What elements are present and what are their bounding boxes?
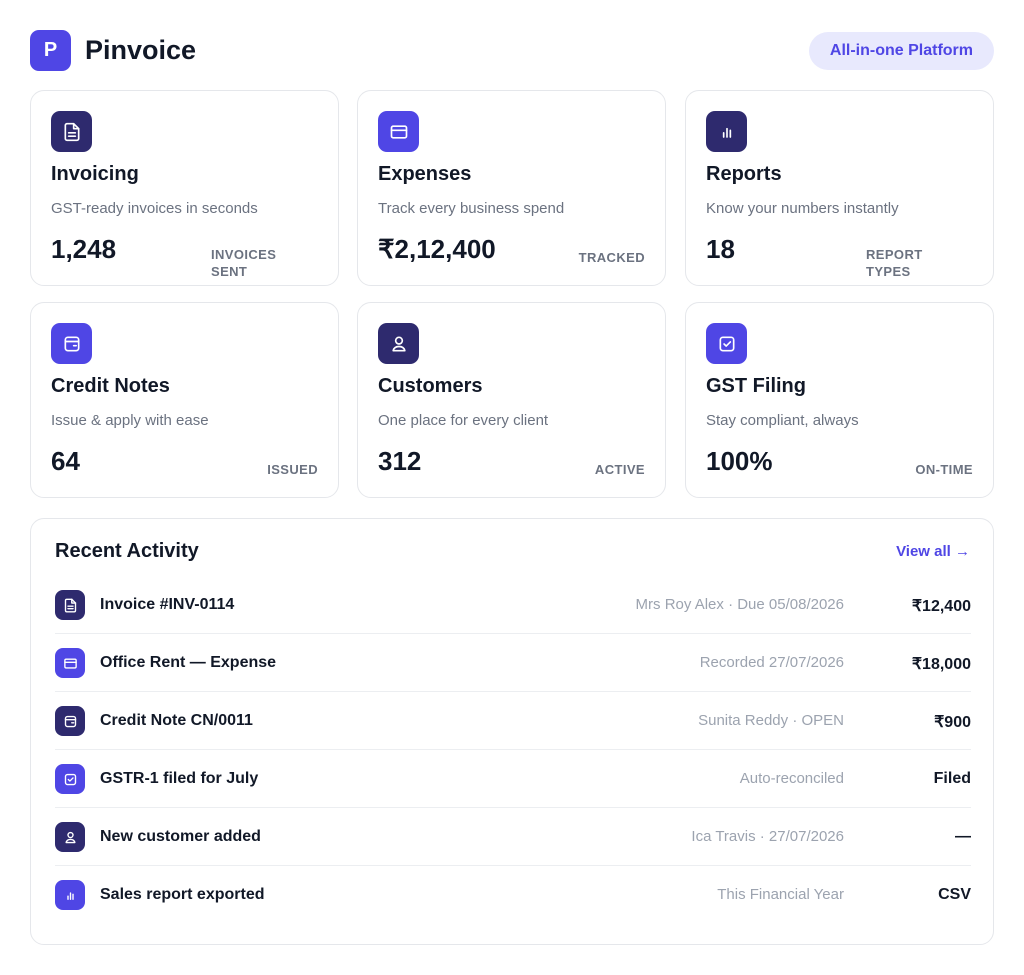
card-title: Customers xyxy=(378,375,483,397)
section-title: Recent Activity xyxy=(55,540,199,562)
card-title: GST Filing xyxy=(706,375,806,397)
card-label: ON-TIME xyxy=(915,462,973,477)
activity-title: Invoice #INV-0114 xyxy=(100,596,235,613)
activity-value: Filed xyxy=(933,770,971,787)
activity-list: Invoice #INV-0114 Mrs Roy Alex · Due 05/… xyxy=(55,576,971,924)
app-logo: P xyxy=(30,30,71,71)
activity-row[interactable]: GSTR-1 filed for July Auto-reconciled Fi… xyxy=(55,750,971,808)
card-title: Invoicing xyxy=(51,163,139,185)
activity-meta: Recorded 27/07/2026 xyxy=(699,654,844,671)
card-icon xyxy=(378,111,419,152)
card-value: 100% xyxy=(706,446,773,476)
checkbox-icon xyxy=(55,764,85,794)
card-title: Expenses xyxy=(378,163,472,185)
activity-title: Sales report exported xyxy=(100,886,265,903)
card-title: Credit Notes xyxy=(51,375,170,397)
activity-meta: This Financial Year xyxy=(717,886,844,903)
activity-row[interactable]: Credit Note CN/0011 Sunita Reddy · OPEN … xyxy=(55,692,971,750)
platform-badge[interactable]: All-in-one Platform xyxy=(808,32,994,70)
activity-meta: Auto-reconciled xyxy=(739,770,844,787)
card-label-line: REPORT xyxy=(866,247,923,262)
checkbox-icon xyxy=(706,323,747,364)
activity-row[interactable]: New customer added Ica Travis · 27/07/20… xyxy=(55,808,971,866)
activity-value: CSV xyxy=(938,886,971,903)
app-name: Pinvoice xyxy=(85,35,197,65)
card-value: ₹2,12,400 xyxy=(378,234,496,264)
activity-value: ₹12,400 xyxy=(911,598,971,615)
activity-value: ₹18,000 xyxy=(911,656,971,673)
card-reports[interactable]: Reports Know your numbers instantly 18 R… xyxy=(685,90,994,286)
activity-title: Office Rent — Expense xyxy=(100,654,277,671)
card-label: INVOICES SENT xyxy=(211,246,276,280)
activity-row[interactable]: Office Rent — Expense Recorded 27/07/202… xyxy=(55,634,971,692)
card-label-line: SENT xyxy=(211,264,248,279)
activity-title: Credit Note CN/0011 xyxy=(100,712,253,729)
card-subtitle: One place for every client xyxy=(378,412,549,429)
activity-meta: Ica Travis · 27/07/2026 xyxy=(691,828,844,845)
card-value: 312 xyxy=(378,446,422,476)
wallet-icon xyxy=(55,706,85,736)
user-icon xyxy=(378,323,419,364)
card-credit-notes[interactable]: Credit Notes Issue & apply with ease 64 … xyxy=(30,302,339,498)
wallet-icon xyxy=(51,323,92,364)
card-label-line: INVOICES xyxy=(211,247,277,262)
card-subtitle: Stay compliant, always xyxy=(706,412,859,429)
card-label: REPORT TYPES xyxy=(866,246,923,280)
activity-value: ₹900 xyxy=(934,714,971,731)
card-gst-filing[interactable]: GST Filing Stay compliant, always 100% O… xyxy=(685,302,994,498)
activity-row[interactable]: Invoice #INV-0114 Mrs Roy Alex · Due 05/… xyxy=(55,576,971,634)
card-subtitle: Track every business spend xyxy=(378,200,565,217)
activity-value: — xyxy=(955,828,971,845)
card-subtitle: GST-ready invoices in seconds xyxy=(51,200,258,217)
card-value: 64 xyxy=(51,446,80,476)
card-title: Reports xyxy=(706,163,782,185)
bar-chart-icon xyxy=(706,111,747,152)
card-value: 1,248 xyxy=(51,234,117,264)
app-header: P Pinvoice All-in-one Platform xyxy=(30,30,994,72)
activity-meta: Mrs Roy Alex · Due 05/08/2026 xyxy=(635,596,844,613)
card-label: ISSUED xyxy=(267,462,318,477)
card-value: 18 xyxy=(706,234,735,264)
card-subtitle: Know your numbers instantly xyxy=(706,200,899,217)
card-expenses[interactable]: Expenses Track every business spend ₹2,1… xyxy=(357,90,666,286)
card-icon xyxy=(55,648,85,678)
card-label-line: TYPES xyxy=(866,264,911,279)
view-all-link[interactable]: View all → xyxy=(896,543,970,560)
activity-meta: Sunita Reddy · OPEN xyxy=(698,712,844,729)
card-label: TRACKED xyxy=(578,250,645,265)
bar-chart-icon xyxy=(55,880,85,910)
document-icon xyxy=(55,590,85,620)
document-icon xyxy=(51,111,92,152)
card-label: ACTIVE xyxy=(594,462,645,477)
activity-row[interactable]: Sales report exported This Financial Yea… xyxy=(55,866,971,924)
card-customers[interactable]: Customers One place for every client 312… xyxy=(357,302,666,498)
recent-activity-panel: Recent Activity View all → Invoice #INV-… xyxy=(30,518,994,945)
user-icon xyxy=(55,822,85,852)
card-subtitle: Issue & apply with ease xyxy=(51,412,209,429)
card-invoicing[interactable]: Invoicing GST-ready invoices in seconds … xyxy=(30,90,339,286)
activity-title: GSTR-1 filed for July xyxy=(100,770,259,787)
activity-title: New customer added xyxy=(100,828,261,845)
